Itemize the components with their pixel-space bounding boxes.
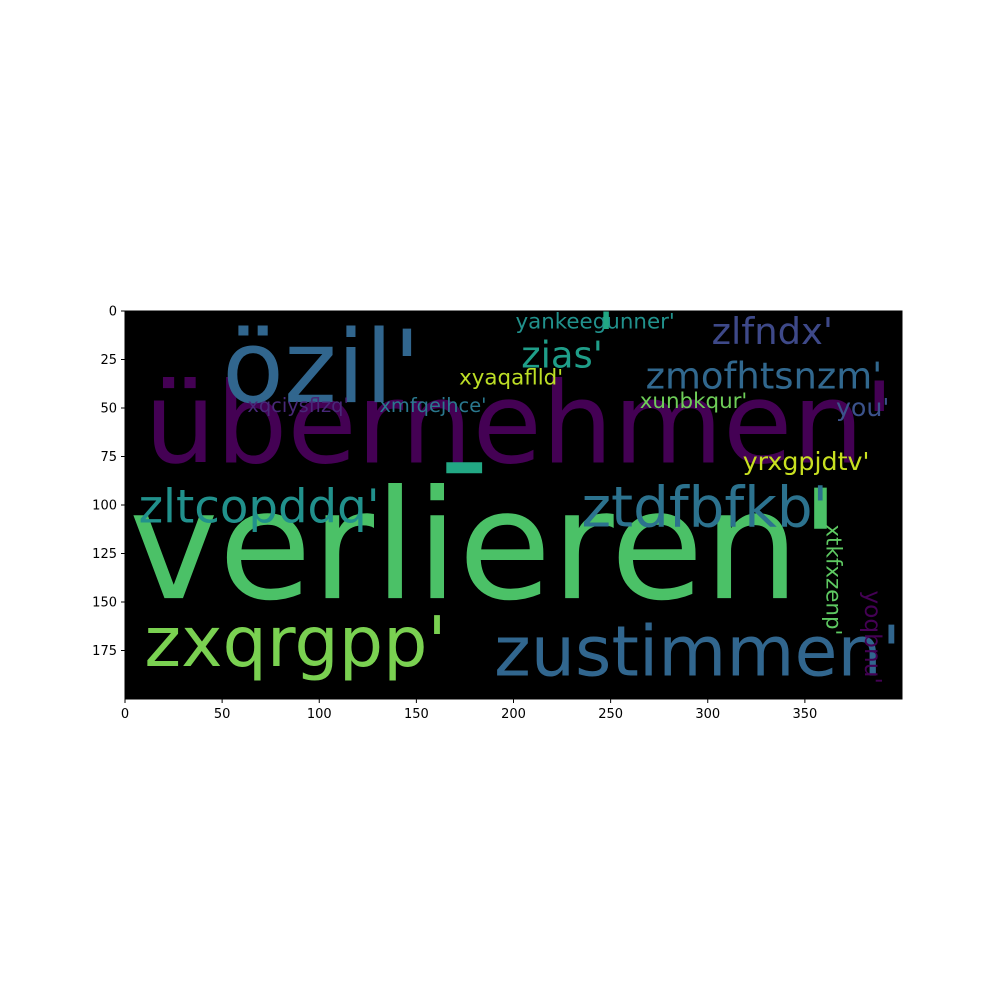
word-17: xtkfxzenp'	[820, 524, 845, 635]
y-tick-label-0: 0	[109, 305, 117, 320]
word-3: zxqrgpp'	[144, 602, 446, 683]
word-12: xunbkqur'	[640, 389, 748, 414]
y-tick-label-5: 125	[92, 547, 117, 562]
word-layer: verlieren'übernehmen'özil'zxqrgpp' zustim…	[129, 299, 901, 693]
y-tick-label-3: 75	[100, 450, 117, 465]
y-tick-label-4: 100	[92, 499, 117, 514]
word-20: -	[440, 380, 489, 538]
y-tick-label-1: 25	[100, 353, 117, 368]
wordcloud-figure: verlieren'übernehmen'özil'zxqrgpp' zustim…	[92, 299, 903, 722]
word-16: yrxgpjdtv'	[743, 447, 870, 476]
word-10: yankeegunner'	[515, 309, 674, 334]
word-13: you'	[836, 393, 889, 422]
y-axis: 0 25 50 75 100 125 150 175	[92, 305, 125, 659]
x-tick-label-4: 200	[501, 707, 526, 722]
y-tick-label-2: 50	[100, 402, 117, 417]
y-tick-label-7: 175	[92, 644, 117, 659]
x-tick-label-6: 300	[695, 707, 720, 722]
word-5: ztdfbfkb'	[581, 475, 828, 540]
x-tick-label-5: 250	[598, 707, 623, 722]
word-14: xqciysflzq'	[247, 394, 348, 417]
x-tick-label-2: 100	[307, 707, 332, 722]
x-tick-label-1: 50	[214, 707, 231, 722]
word-18: yoqbnu'	[859, 590, 886, 684]
y-tick-label-6: 150	[92, 596, 117, 611]
word-7: zlfndx'	[712, 310, 833, 353]
word-6: zltcopddq'	[139, 479, 380, 533]
plot-area: verlieren'übernehmen'özil'zxqrgpp' zustim…	[124, 299, 903, 700]
x-tick-label-3: 150	[404, 707, 429, 722]
x-tick-label-0: 0	[121, 707, 129, 722]
word-19: '	[597, 299, 615, 376]
x-axis: 0 50 100 150 200 250 300 350	[121, 699, 817, 722]
x-tick-label-7: 350	[792, 707, 817, 722]
